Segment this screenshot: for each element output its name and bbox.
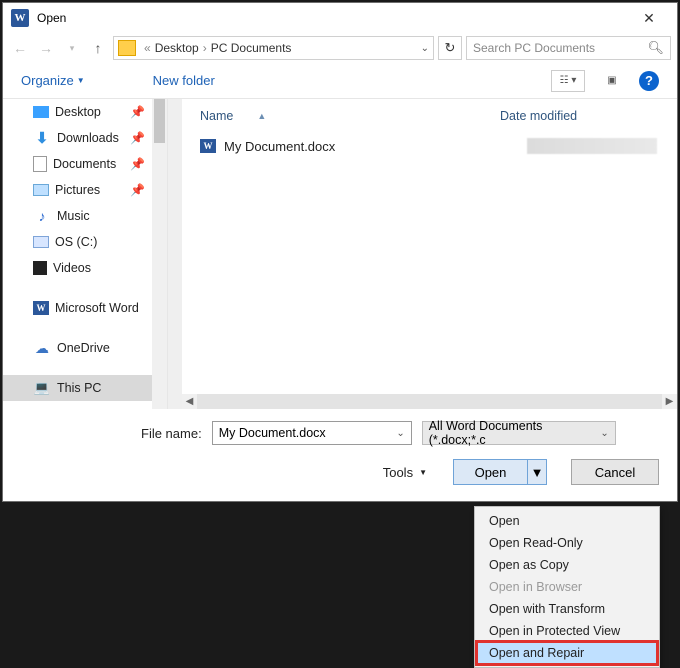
tools-menu[interactable]: Tools ▼ xyxy=(383,465,427,480)
recent-dropdown[interactable]: ▾ xyxy=(61,37,83,59)
cancel-button[interactable]: Cancel xyxy=(571,459,659,485)
tree-documents[interactable]: Documents📌 xyxy=(3,151,167,177)
tree-scrollbar[interactable] xyxy=(152,99,167,409)
back-button[interactable]: ← xyxy=(9,37,31,59)
preview-pane-button[interactable]: ▣ xyxy=(595,70,629,92)
column-headers: Name ▲ Date modified xyxy=(168,99,677,133)
open-button[interactable]: Open xyxy=(453,459,527,485)
menu-open-protected-view[interactable]: Open in Protected View xyxy=(477,620,657,642)
menu-open[interactable]: Open xyxy=(477,510,657,532)
tree-music[interactable]: ♪Music xyxy=(3,203,167,229)
chevron-down-icon: ▼ xyxy=(77,76,85,85)
chevron-down-icon: ▼ xyxy=(419,468,427,477)
menu-open-in-browser: Open in Browser xyxy=(477,576,657,598)
menu-open-with-transform[interactable]: Open with Transform xyxy=(477,598,657,620)
file-name: My Document.docx xyxy=(224,139,335,154)
dialog-title: Open xyxy=(37,11,629,25)
open-dialog: W Open ✕ ← → ▾ ↑ « Desktop › PC Document… xyxy=(2,2,678,502)
word-doc-icon: W xyxy=(200,139,216,153)
scroll-right-icon[interactable]: ▶ xyxy=(662,396,677,407)
file-pane-gutter xyxy=(168,99,182,409)
refresh-button[interactable]: ↻ xyxy=(438,36,462,60)
scroll-thumb[interactable] xyxy=(154,99,165,143)
pin-icon: 📌 xyxy=(130,105,145,119)
tree-onedrive[interactable]: ☁OneDrive xyxy=(3,335,167,361)
videos-icon xyxy=(33,261,47,275)
dialog-body: Desktop📌 ⬇Downloads📌 Documents📌 Pictures… xyxy=(3,99,677,409)
breadcrumb-bar[interactable]: « Desktop › PC Documents ⌄ xyxy=(113,36,434,60)
breadcrumb-dropdown-icon[interactable]: ⌄ xyxy=(421,43,429,54)
nav-tree: Desktop📌 ⬇Downloads📌 Documents📌 Pictures… xyxy=(3,99,168,409)
nav-row: ← → ▾ ↑ « Desktop › PC Documents ⌄ ↻ Sea… xyxy=(3,33,677,63)
folder-icon xyxy=(118,40,136,56)
filetype-filter[interactable]: All Word Documents (*.docx;*.c ⌄ xyxy=(422,421,616,445)
tree-msword[interactable]: WMicrosoft Word xyxy=(3,295,167,321)
tree-downloads[interactable]: ⬇Downloads📌 xyxy=(3,125,167,151)
forward-button[interactable]: → xyxy=(35,37,57,59)
organize-menu[interactable]: Organize▼ xyxy=(21,73,85,88)
tree-videos[interactable]: Videos xyxy=(3,255,167,281)
search-placeholder: Search PC Documents xyxy=(473,41,595,55)
pin-icon: 📌 xyxy=(130,183,145,197)
breadcrumb-part[interactable]: Desktop xyxy=(155,41,199,55)
pin-icon: 📌 xyxy=(130,157,145,171)
new-folder-button[interactable]: New folder xyxy=(153,73,215,88)
open-dropdown-menu: Open Open Read-Only Open as Copy Open in… xyxy=(474,506,660,668)
pc-icon: 💻 xyxy=(33,380,51,396)
titlebar: W Open ✕ xyxy=(3,3,677,33)
col-date[interactable]: Date modified xyxy=(500,109,577,123)
downloads-icon: ⬇ xyxy=(33,129,51,147)
chevron-icon: « xyxy=(144,41,151,55)
help-button[interactable]: ? xyxy=(639,71,659,91)
up-button[interactable]: ↑ xyxy=(87,37,109,59)
pictures-icon xyxy=(33,184,49,196)
filename-input[interactable]: My Document.docx ⌄ xyxy=(212,421,412,445)
search-icon: 🔍︎ xyxy=(647,40,664,56)
search-input[interactable]: Search PC Documents 🔍︎ xyxy=(466,36,671,60)
music-icon: ♪ xyxy=(33,208,51,224)
scroll-left-icon[interactable]: ◀ xyxy=(182,396,197,407)
tree-osc[interactable]: OS (C:) xyxy=(3,229,167,255)
file-pane: Name ▲ Date modified W My Document.docx … xyxy=(168,99,677,409)
dialog-footer: File name: My Document.docx ⌄ All Word D… xyxy=(3,409,677,501)
view-mode-button[interactable]: ☷ ▾ xyxy=(551,70,585,92)
col-name[interactable]: Name xyxy=(200,109,233,123)
disk-icon xyxy=(33,236,49,248)
chevron-right-icon: › xyxy=(203,41,207,55)
scroll-track[interactable] xyxy=(197,394,662,409)
file-date-blurred xyxy=(527,138,657,154)
h-scrollbar[interactable]: ◀ ▶ xyxy=(182,394,677,409)
desktop-icon xyxy=(33,106,49,118)
pin-icon: 📌 xyxy=(130,131,145,145)
breadcrumb-part[interactable]: PC Documents xyxy=(211,41,292,55)
word-icon: W xyxy=(33,301,49,315)
close-button[interactable]: ✕ xyxy=(629,10,669,27)
tree-thispc[interactable]: 💻This PC xyxy=(3,375,167,401)
word-app-icon: W xyxy=(11,9,29,27)
tree-desktop[interactable]: Desktop📌 xyxy=(3,99,167,125)
menu-open-as-copy[interactable]: Open as Copy xyxy=(477,554,657,576)
open-dropdown-button[interactable]: ▼ xyxy=(527,459,547,485)
documents-icon xyxy=(33,156,47,172)
cloud-icon: ☁ xyxy=(33,340,51,357)
chevron-down-icon: ⌄ xyxy=(600,428,608,439)
sort-indicator-icon: ▲ xyxy=(257,111,266,121)
menu-open-readonly[interactable]: Open Read-Only xyxy=(477,532,657,554)
menu-open-and-repair[interactable]: Open and Repair xyxy=(477,642,657,664)
filename-label: File name: xyxy=(141,426,202,441)
open-split-button: Open ▼ xyxy=(453,459,547,485)
toolbar: Organize▼ New folder ☷ ▾ ▣ ? xyxy=(3,63,677,99)
tree-pictures[interactable]: Pictures📌 xyxy=(3,177,167,203)
chevron-down-icon[interactable]: ⌄ xyxy=(396,428,404,439)
file-row[interactable]: W My Document.docx xyxy=(168,133,677,159)
